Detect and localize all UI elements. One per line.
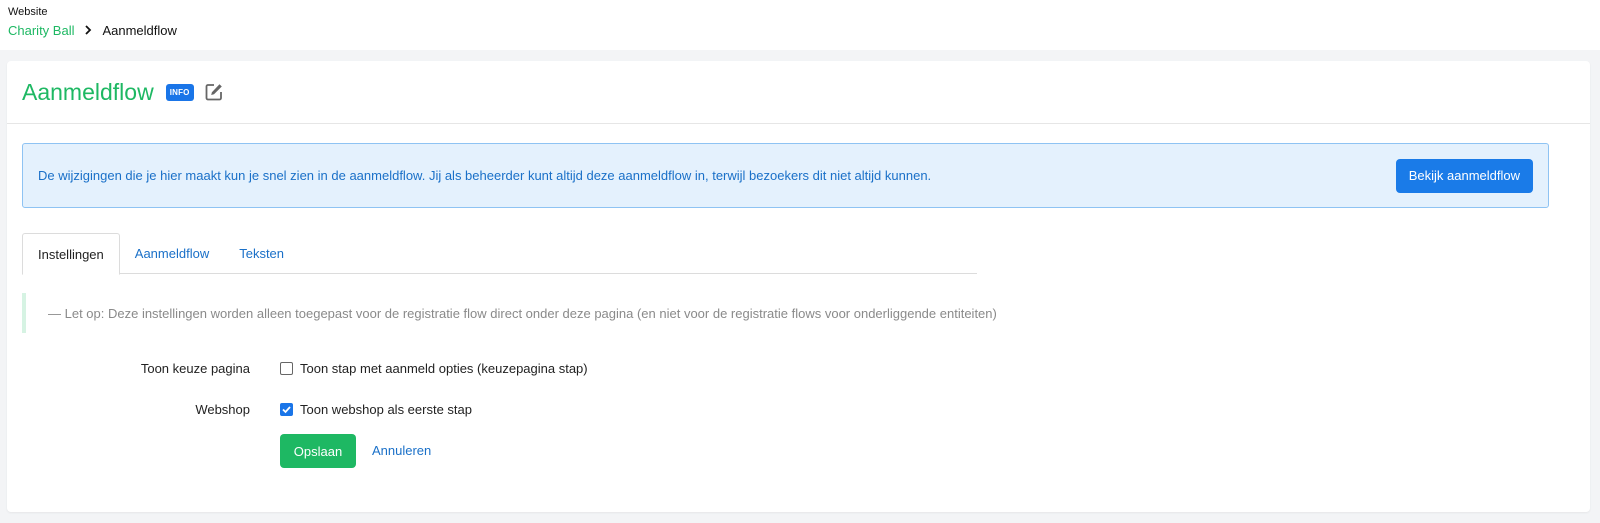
field-label: Webshop: [195, 402, 250, 417]
save-button[interactable]: Opslaan: [280, 434, 356, 468]
checkbox-label[interactable]: Toon stap met aanmeld opties (keuzepagin…: [300, 361, 588, 376]
breadcrumb: Charity Ball Aanmeldflow: [8, 23, 177, 38]
main-card: Aanmeldflow INFO De wijzigingen die je h…: [7, 61, 1590, 512]
breadcrumb-link-parent[interactable]: Charity Ball: [8, 23, 74, 38]
view-signup-flow-button[interactable]: Bekijk aanmeldflow: [1395, 158, 1533, 193]
breadcrumb-current: Aanmeldflow: [102, 23, 177, 38]
chevron-right-icon: [84, 23, 92, 38]
page-title: Aanmeldflow: [22, 78, 154, 105]
card-header: Aanmeldflow INFO: [7, 61, 1590, 124]
info-alert: De wijzigingen die je hier maakt kun je …: [22, 143, 1549, 208]
show-choice-page-checkbox[interactable]: [280, 362, 293, 375]
tab-instellingen[interactable]: Instellingen: [22, 233, 120, 275]
tab-aanmeldflow[interactable]: Aanmeldflow: [120, 233, 224, 274]
settings-note: — Let op: Deze instellingen worden allee…: [22, 293, 1122, 333]
breadcrumb-section: Website: [8, 6, 48, 18]
check-icon: [282, 406, 291, 414]
alert-text: De wijzigingen die je hier maakt kun je …: [38, 168, 932, 183]
tab-bar: Instellingen Aanmeldflow Teksten: [22, 233, 977, 275]
checkbox-label[interactable]: Toon webshop als eerste stap: [300, 402, 472, 417]
show-webshop-checkbox[interactable]: [280, 403, 293, 416]
form-row-webshop: Webshop Toon webshop als eerste stap: [7, 402, 472, 417]
info-badge[interactable]: INFO: [165, 83, 194, 101]
field-label: Toon keuze pagina: [140, 361, 250, 376]
form-row-keuze-pagina: Toon keuze pagina Toon stap met aanmeld …: [7, 361, 588, 376]
tab-teksten[interactable]: Teksten: [224, 233, 299, 274]
edit-icon[interactable]: [204, 82, 224, 102]
cancel-link[interactable]: Annuleren: [372, 443, 431, 458]
top-bar: Website Charity Ball Aanmeldflow: [0, 0, 1600, 50]
